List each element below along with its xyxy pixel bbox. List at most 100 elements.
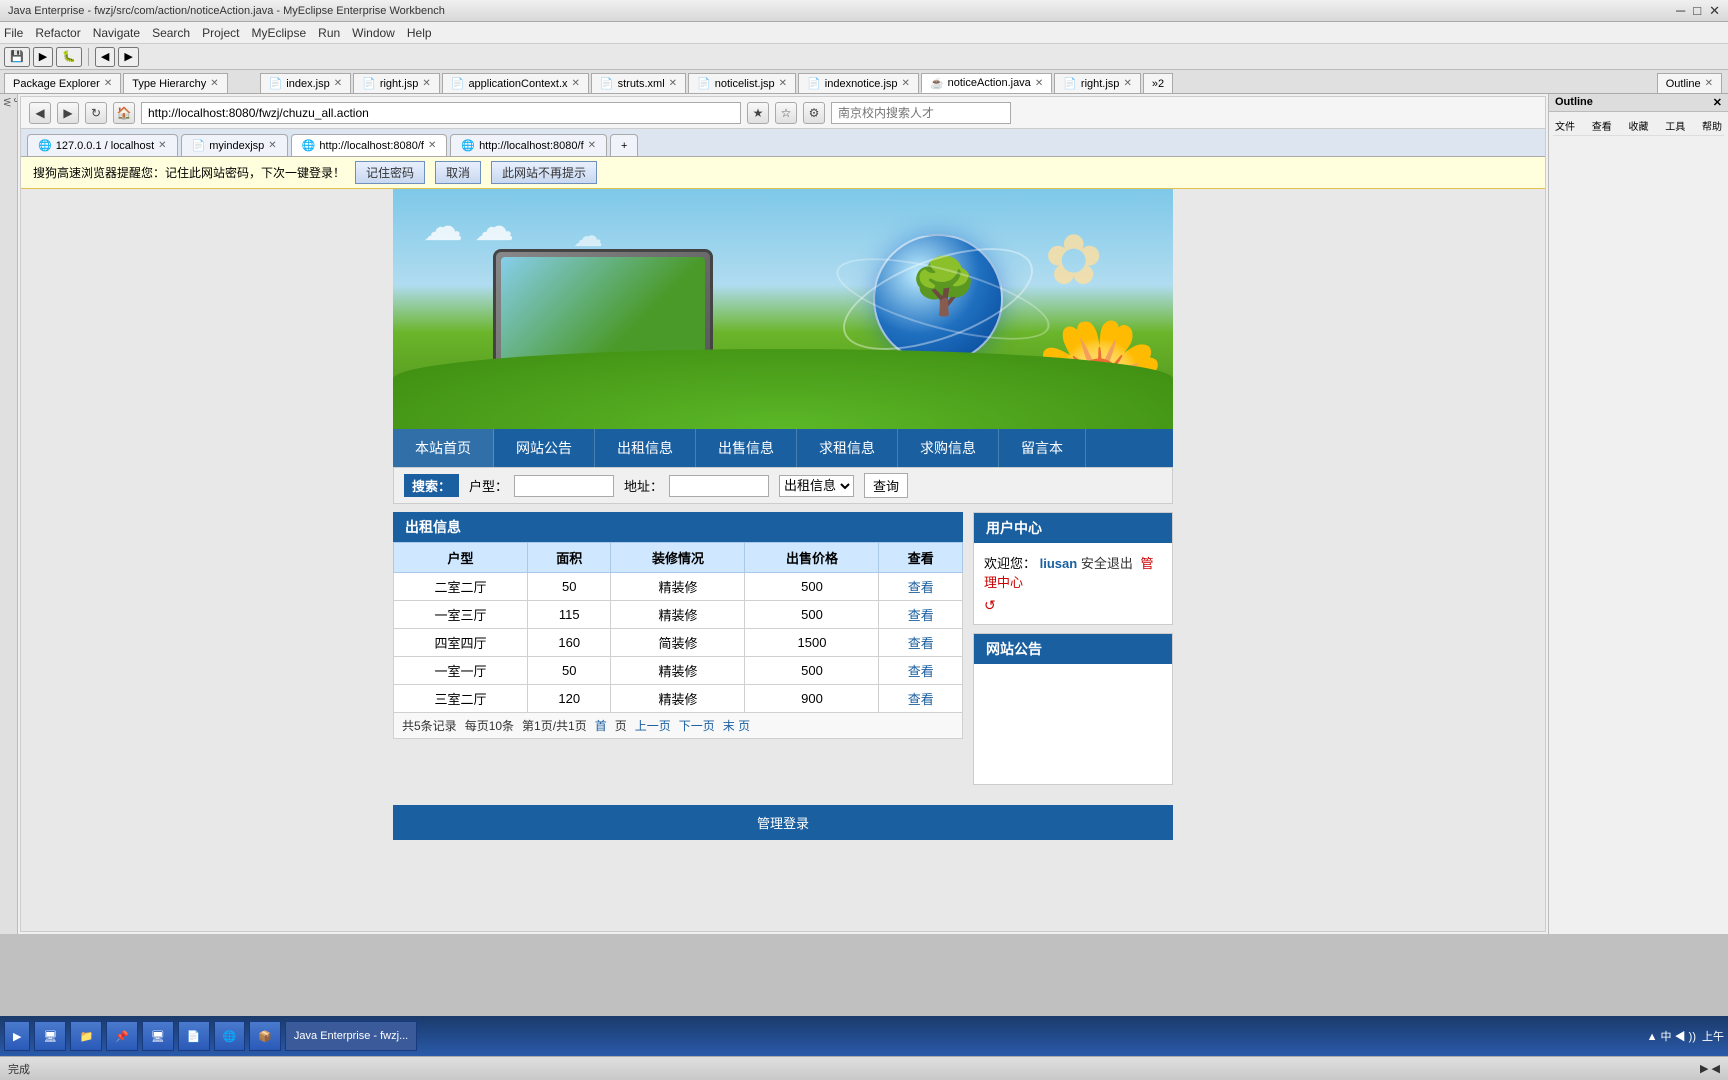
tab-package-explorer[interactable]: Package Explorer ✕ <box>4 73 121 93</box>
view-link[interactable]: 查看 <box>908 608 934 623</box>
view-link[interactable]: 查看 <box>908 580 934 595</box>
nav-home[interactable]: 本站首页 <box>393 429 494 467</box>
taskbar-app3[interactable]: 📌 <box>106 1021 138 1051</box>
refresh-button[interactable]: ↻ <box>85 102 107 124</box>
btab-localhost-close[interactable]: ✕ <box>158 140 166 151</box>
pagination-next[interactable]: 下一页 <box>679 717 715 734</box>
taskbar-app1[interactable]: 🖥 <box>34 1021 66 1051</box>
toolbar-run[interactable]: ▶ <box>33 47 53 67</box>
tab-more[interactable]: »2 <box>1143 73 1173 93</box>
browser-search-input[interactable] <box>831 102 1011 124</box>
btab-localhost[interactable]: 🌐 127.0.0.1 / localhost ✕ <box>27 134 178 156</box>
ide-right-menu: 文件 查看 收藏 工具 帮助 <box>1553 116 1724 136</box>
tab-type-hierarchy[interactable]: Type Hierarchy ✕ <box>123 73 227 93</box>
taskbar-app2[interactable]: 📁 <box>70 1021 102 1051</box>
outline-close[interactable]: ✕ <box>1713 96 1722 109</box>
taskbar-eclipse[interactable]: Java Enterprise - fwzj... <box>285 1021 417 1051</box>
search-button[interactable]: 查询 <box>864 473 908 498</box>
tab-close-package[interactable]: ✕ <box>104 78 112 89</box>
tab-indexnotice[interactable]: 📄 indexnotice.jsp ✕ <box>798 73 919 93</box>
menu-refactor[interactable]: Refactor <box>35 26 80 40</box>
menu-shoucang[interactable]: 收藏 <box>1629 118 1649 133</box>
btab-chuzu-close[interactable]: ✕ <box>428 140 436 151</box>
settings-button[interactable]: ⚙ <box>803 102 825 124</box>
taskbar-app5[interactable]: 📄 <box>178 1021 210 1051</box>
tab-noticelist[interactable]: 📄 noticelist.jsp ✕ <box>688 73 796 93</box>
view-link[interactable]: 查看 <box>908 664 934 679</box>
toolbar-forward[interactable]: ▶ <box>118 47 138 67</box>
menu-file[interactable]: File <box>4 26 23 40</box>
tab-noticeaction[interactable]: ☕ noticeAction.java ✕ <box>921 73 1052 93</box>
maximize-icon[interactable]: □ <box>1693 3 1701 19</box>
pagination-last[interactable]: 末 页 <box>723 717 750 734</box>
toolbar-save[interactable]: 💾 <box>4 47 30 67</box>
taskbar-app7[interactable]: 📦 <box>249 1021 281 1051</box>
cell-view[interactable]: 查看 <box>879 629 963 657</box>
toolbar-debug[interactable]: 🐛 <box>56 47 82 67</box>
view-link[interactable]: 查看 <box>908 692 934 707</box>
tab-struts[interactable]: 📄 struts.xml ✕ <box>591 73 686 93</box>
nav-seek-rent[interactable]: 求租信息 <box>797 429 898 467</box>
nav-sale[interactable]: 出售信息 <box>696 429 797 467</box>
outline-body: 文件 查看 收藏 工具 帮助 <box>1549 112 1728 140</box>
tab-appcontext[interactable]: 📄 applicationContext.x ✕ <box>442 73 589 93</box>
menu-myeclipse[interactable]: MyEclipse <box>251 26 306 40</box>
tab-right-jsp2[interactable]: 📄 right.jsp ✕ <box>1054 73 1141 93</box>
refresh-icon[interactable]: ↺ <box>984 597 996 613</box>
menu-window[interactable]: Window <box>352 26 395 40</box>
menu-wenjian[interactable]: 文件 <box>1555 118 1575 133</box>
btab-other[interactable]: 🌐 http://localhost:8080/f ✕ <box>450 134 607 156</box>
close-icon[interactable]: ✕ <box>1709 3 1720 19</box>
btab-new[interactable]: + <box>610 134 638 156</box>
btab-myindex[interactable]: 📄 myindexjsp ✕ <box>181 134 288 156</box>
category-select[interactable]: 出租信息 出售信息 求租信息 <box>779 475 854 497</box>
taskbar-app6[interactable]: 🌐 <box>214 1021 246 1051</box>
home-button[interactable]: 🏠 <box>113 102 135 124</box>
site-footer[interactable]: 管理登录 <box>393 805 1173 840</box>
save-password-button[interactable]: 记住密码 <box>355 161 425 184</box>
minimize-icon[interactable]: ─ <box>1676 3 1685 19</box>
btab-localhost-icon: 🌐 <box>38 139 52 152</box>
tab-right-jsp[interactable]: 📄 right.jsp ✕ <box>353 73 440 93</box>
cell-type: 四室四厅 <box>394 629 528 657</box>
btab-other-close[interactable]: ✕ <box>588 140 596 151</box>
star-button[interactable]: ☆ <box>775 102 797 124</box>
nav-seek-buy[interactable]: 求购信息 <box>898 429 999 467</box>
menu-project[interactable]: Project <box>202 26 239 40</box>
never-save-button[interactable]: 此网站不再提示 <box>491 161 597 184</box>
cell-view[interactable]: 查看 <box>879 601 963 629</box>
logout-link[interactable]: 安全退出 <box>1081 556 1133 571</box>
taskbar-app4[interactable]: 🖥 <box>142 1021 174 1051</box>
tab-index-jsp[interactable]: 📄 index.jsp ✕ <box>260 73 352 93</box>
pagination-first[interactable]: 首 <box>595 717 607 734</box>
menu-help[interactable]: Help <box>407 26 432 40</box>
tab-close-hierarchy[interactable]: ✕ <box>210 78 218 89</box>
menu-gongju[interactable]: 工具 <box>1665 118 1685 133</box>
view-link[interactable]: 查看 <box>908 636 934 651</box>
start-button[interactable]: ▶ <box>4 1021 30 1051</box>
cell-view[interactable]: 查看 <box>879 685 963 713</box>
menu-search[interactable]: Search <box>152 26 190 40</box>
back-button[interactable]: ◀ <box>29 102 51 124</box>
nav-guestbook[interactable]: 留言本 <box>999 429 1086 467</box>
nav-notice[interactable]: 网站公告 <box>494 429 595 467</box>
forward-button[interactable]: ▶ <box>57 102 79 124</box>
pagination-page-word: 页 <box>615 717 627 734</box>
btab-chuzu[interactable]: 🌐 http://localhost:8080/f ✕ <box>291 134 448 156</box>
url-bar[interactable] <box>141 102 741 124</box>
menu-chakan[interactable]: 查看 <box>1592 118 1612 133</box>
go-button[interactable]: ★ <box>747 102 769 124</box>
menu-bangzhu[interactable]: 帮助 <box>1702 118 1722 133</box>
menu-run[interactable]: Run <box>318 26 340 40</box>
cell-view[interactable]: 查看 <box>879 573 963 601</box>
toolbar-back[interactable]: ◀ <box>95 47 115 67</box>
btab-myindex-close[interactable]: ✕ <box>268 140 276 151</box>
cell-view[interactable]: 查看 <box>879 657 963 685</box>
tab-outline[interactable]: Outline ✕ <box>1657 73 1722 93</box>
menu-navigate[interactable]: Navigate <box>93 26 140 40</box>
address-input[interactable] <box>669 475 769 497</box>
cancel-password-button[interactable]: 取消 <box>435 161 481 184</box>
nav-rental[interactable]: 出租信息 <box>595 429 696 467</box>
pagination-prev[interactable]: 上一页 <box>635 717 671 734</box>
house-type-input[interactable] <box>514 475 614 497</box>
